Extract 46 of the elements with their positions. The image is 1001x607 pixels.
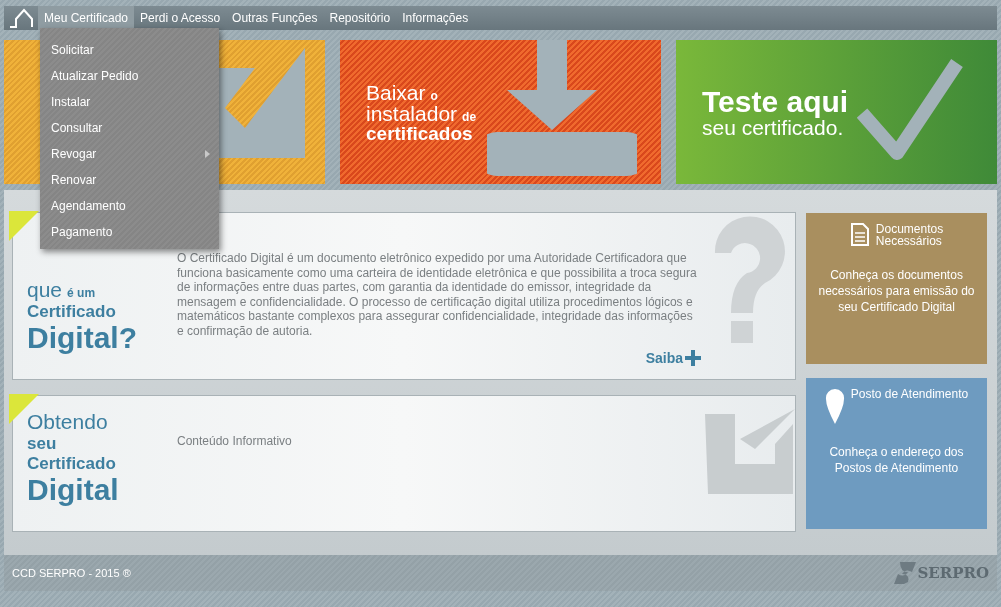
heading-text: Obtendo xyxy=(27,411,108,432)
tile-title: Documentos xyxy=(875,223,944,235)
info-text: Conteúdo Informativo xyxy=(177,434,293,449)
tile-text: Conheça o endereço dos Postos de Atendimento xyxy=(828,444,965,476)
heading-text: Digital xyxy=(27,475,119,505)
document-icon xyxy=(849,223,870,247)
heading-text: Teste aqui xyxy=(702,86,849,117)
nav-menu-item[interactable]: Outras Funções xyxy=(226,6,324,30)
heading-text: o xyxy=(430,89,438,102)
copyright-text: CCD SERPRO - 2015 ® xyxy=(12,567,131,579)
nav-menu-item[interactable]: Perdi o Acesso xyxy=(134,6,227,30)
menu-item[interactable]: Atualizar Pedido xyxy=(51,69,139,83)
info-tile[interactable]: Posto de Atendimento Conheça o endereço dos Postos de Atendimento xyxy=(806,378,987,529)
nav-menu-item[interactable]: Meu Certificado xyxy=(38,6,135,30)
menu-item[interactable]: Renovar xyxy=(51,173,97,187)
menu-item[interactable]: Revogar xyxy=(51,147,97,161)
heading-text: Digital? xyxy=(27,323,137,353)
menu-item[interactable]: Instalar xyxy=(51,95,91,109)
tile-title: Necessários xyxy=(875,235,943,247)
menu-item[interactable]: Solicitar xyxy=(51,43,94,57)
read-more-link[interactable]: Saiba xyxy=(645,350,701,366)
plus-icon xyxy=(685,350,701,366)
heading-text: Certificado xyxy=(27,303,116,320)
menu-item[interactable]: Agendamento xyxy=(51,199,126,213)
map-pin-icon xyxy=(824,388,845,424)
promo-banner[interactable]: Baixar o instalador de certificados xyxy=(340,40,661,184)
heading-text: Baixar xyxy=(366,81,426,103)
info-tile[interactable]: Documentos Necessários Conheça os documentos necessários para emissão do seu Certificado Digital xyxy=(806,213,987,364)
menu-item[interactable]: Pagamento xyxy=(51,225,113,239)
menu-item[interactable]: Consultar xyxy=(51,121,103,135)
heading-text: instalador xyxy=(366,102,458,124)
logo-icon xyxy=(894,562,917,584)
heading-text: Certificado xyxy=(27,455,116,472)
nav-menu-item[interactable]: Informações xyxy=(396,6,475,30)
nav-menu-item[interactable]: Repositório xyxy=(323,6,397,30)
heading-text: seu xyxy=(27,435,57,452)
heading-text: certificados xyxy=(366,123,473,143)
info-text: O Certificado Digital é um documento eletrônico expedido por uma Autoridade Certificadora que funciona basicamente como uma carteira de identidade eletrônica e que possibilita a troca segura de informações entre duas partes, com garantia da identidade do emissor, integridade da mensagem e confidencialidade. O processo de certificação digital utiliza procedimentos lógicos e matemáticos bastante complexos para assegurar confidencialidade, integridade das informações e confirmação de autoria. xyxy=(177,251,698,338)
heading-text: que xyxy=(27,279,63,300)
corner-icon xyxy=(9,211,39,241)
heading-text: de xyxy=(462,110,477,123)
promo-banner[interactable]: Teste aqui seu certificado. xyxy=(676,40,997,184)
tile-text: Conheça os documentos necessários para emissão do seu Certificado Digital xyxy=(817,267,976,315)
logo-text: SERPRO xyxy=(917,564,989,582)
tile-title: Posto de Atendimento xyxy=(850,388,969,400)
heading-text: é um xyxy=(67,287,96,299)
